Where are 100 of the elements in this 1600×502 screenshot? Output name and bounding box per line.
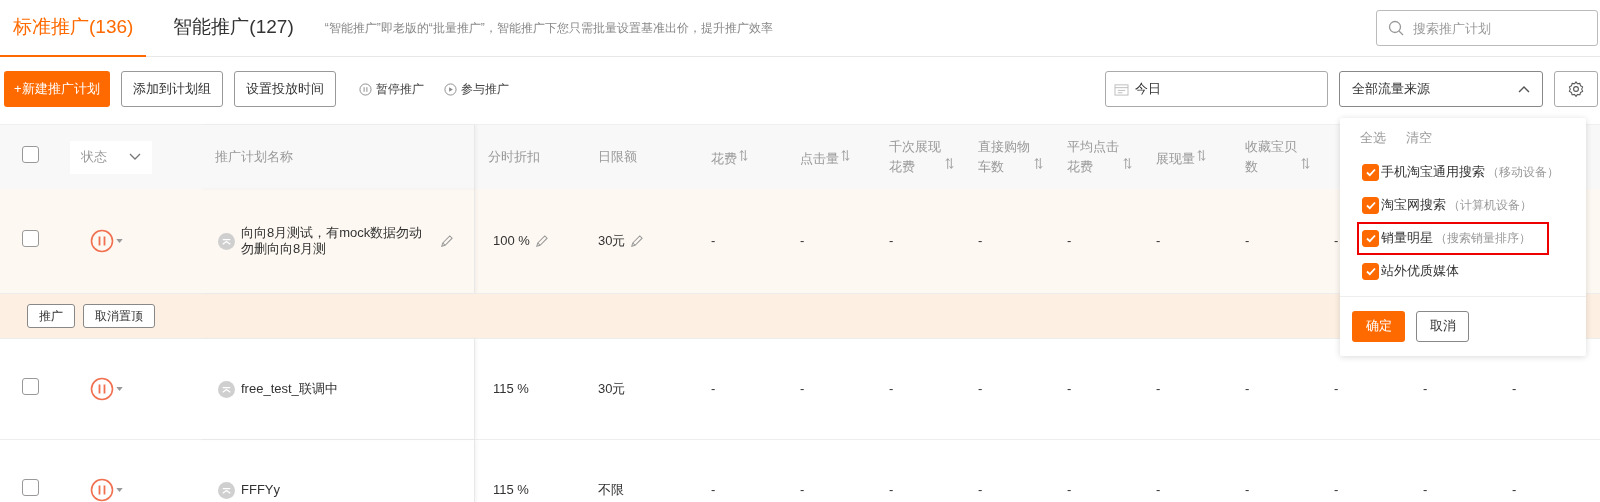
metric-cell: - bbox=[1067, 233, 1072, 249]
settings-icon bbox=[1567, 80, 1585, 98]
caret-icon[interactable] bbox=[116, 239, 123, 243]
metric-cell: - bbox=[1334, 482, 1339, 498]
metric-cell: - bbox=[1156, 233, 1161, 249]
column-header: 日限额 bbox=[598, 149, 637, 165]
plan-name[interactable]: 向向8月测试，有mock数据勿动勿删向向8月测 bbox=[241, 225, 431, 257]
metric-cell: - bbox=[711, 233, 716, 249]
option-label[interactable]: 站外优质媒体 bbox=[1381, 261, 1459, 281]
metric-cell: - bbox=[978, 233, 983, 249]
checkbox[interactable] bbox=[22, 478, 39, 496]
sort-icon[interactable] bbox=[841, 148, 850, 162]
tab[interactable]: 智能推广(127) bbox=[160, 0, 307, 57]
pause-icon[interactable] bbox=[90, 377, 114, 401]
sort-icon[interactable] bbox=[1197, 148, 1206, 162]
checkbox[interactable] bbox=[1362, 229, 1379, 247]
pause-icon[interactable] bbox=[90, 478, 114, 502]
column-header: 千次展现花费 bbox=[889, 138, 942, 176]
metric-cell: - bbox=[1156, 381, 1161, 397]
daily-limit-value: 30元 bbox=[598, 380, 626, 399]
metric-cell: - bbox=[889, 381, 894, 397]
option-hint: （搜索销量排序） bbox=[1435, 230, 1531, 247]
toolbar-button[interactable]: 添加到计划组 bbox=[120, 71, 223, 107]
column-header: 花费 bbox=[711, 149, 737, 168]
sort-icon[interactable] bbox=[945, 157, 954, 170]
column-header: 分时折扣 bbox=[488, 149, 540, 165]
sort-icon[interactable] bbox=[739, 148, 748, 162]
metric-cell: - bbox=[1334, 381, 1339, 397]
discount-value: 100 % bbox=[493, 232, 530, 251]
caret-icon[interactable] bbox=[116, 488, 123, 492]
checkbox[interactable] bbox=[1362, 262, 1379, 280]
pencil-icon[interactable] bbox=[533, 233, 549, 249]
traffic-source-select[interactable]: 全部流量来源 bbox=[1339, 71, 1543, 107]
metric-cell: - bbox=[711, 482, 716, 498]
plan-name[interactable]: free_test_联调中 bbox=[241, 381, 431, 397]
daily-limit-value: 30元 bbox=[598, 232, 626, 251]
toolbar-link[interactable]: 暂停推广 bbox=[375, 80, 424, 98]
checkbox[interactable] bbox=[22, 229, 39, 247]
option-label[interactable]: 手机淘宝通用搜索 bbox=[1381, 162, 1485, 182]
sort-icon[interactable] bbox=[1034, 157, 1043, 170]
plan-name[interactable]: FFFYy bbox=[241, 482, 431, 498]
search-icon bbox=[1388, 20, 1404, 36]
date-field[interactable]: 今日 bbox=[1105, 71, 1328, 107]
metric-cell: - bbox=[1067, 482, 1072, 498]
metric-cell: - bbox=[978, 381, 983, 397]
metric-cell: - bbox=[978, 482, 983, 498]
metric-cell: - bbox=[1512, 482, 1517, 498]
check-icon bbox=[1364, 166, 1377, 178]
row-action-button[interactable]: 推广 bbox=[27, 304, 75, 328]
metric-cell: - bbox=[889, 482, 894, 498]
toolbar-button[interactable]: 设置投放时间 bbox=[233, 71, 336, 107]
checkbox[interactable] bbox=[22, 145, 39, 163]
pencil-icon[interactable] bbox=[629, 233, 645, 249]
column-header: 收藏宝贝数 bbox=[1245, 138, 1298, 176]
metric-cell: - bbox=[1067, 381, 1072, 397]
plan-icon bbox=[218, 380, 235, 398]
chevron-icon bbox=[1518, 85, 1530, 93]
column-header: 展现量 bbox=[1156, 149, 1195, 168]
chevron-icon bbox=[129, 153, 141, 161]
checkbox[interactable] bbox=[22, 377, 39, 395]
metric-cell: - bbox=[800, 233, 805, 249]
option-label[interactable]: 销量明星 bbox=[1381, 228, 1433, 248]
settings-button[interactable] bbox=[1554, 71, 1598, 107]
notice-text: “智能推广”即老版的“批量推广”，智能推广下您只需批量设置基准出价，提升推广效率 bbox=[324, 20, 773, 37]
row-action-button[interactable]: 取消置顶 bbox=[83, 304, 155, 328]
metric-cell: - bbox=[1512, 381, 1517, 397]
option-label[interactable]: 淘宝网搜索 bbox=[1381, 195, 1446, 215]
play-icon[interactable] bbox=[443, 82, 457, 96]
column-header: 推广计划名称 bbox=[215, 148, 293, 167]
pencil-icon[interactable] bbox=[439, 233, 454, 249]
cancel-button[interactable]: 取消 bbox=[1416, 310, 1469, 342]
search-field[interactable]: 搜索推广计划 bbox=[1376, 10, 1598, 46]
pause-icon[interactable] bbox=[90, 229, 114, 253]
checkbox[interactable] bbox=[1362, 196, 1379, 214]
check-icon bbox=[1364, 265, 1377, 277]
check-icon bbox=[1364, 232, 1377, 244]
check-icon bbox=[1364, 199, 1377, 211]
column-header: 直接购物车数 bbox=[978, 138, 1031, 176]
column-header: 点击量 bbox=[800, 149, 839, 168]
sort-icon[interactable] bbox=[1301, 157, 1310, 170]
discount-value: 115 % bbox=[493, 380, 529, 399]
column-header: 平均点击花费 bbox=[1067, 138, 1120, 176]
option-hint: （移动设备） bbox=[1487, 164, 1559, 181]
plan-icon bbox=[218, 481, 235, 499]
metric-cell: - bbox=[1245, 482, 1250, 498]
option-hint: （计算机设备） bbox=[1448, 197, 1532, 214]
toolbar-link[interactable]: 参与推广 bbox=[460, 80, 509, 98]
metric-cell: - bbox=[711, 381, 716, 397]
metric-cell: - bbox=[1245, 233, 1250, 249]
caret-icon[interactable] bbox=[116, 387, 123, 391]
plan-icon bbox=[218, 232, 235, 250]
metric-cell: - bbox=[889, 233, 894, 249]
metric-cell: - bbox=[1423, 381, 1428, 397]
sort-icon[interactable] bbox=[1123, 157, 1132, 170]
pause-icon[interactable] bbox=[358, 82, 372, 96]
metric-cell: - bbox=[800, 381, 805, 397]
metric-cell: - bbox=[1423, 482, 1428, 498]
discount-value: 115 % bbox=[493, 481, 529, 500]
metric-cell: - bbox=[1245, 381, 1250, 397]
checkbox[interactable] bbox=[1362, 163, 1379, 181]
